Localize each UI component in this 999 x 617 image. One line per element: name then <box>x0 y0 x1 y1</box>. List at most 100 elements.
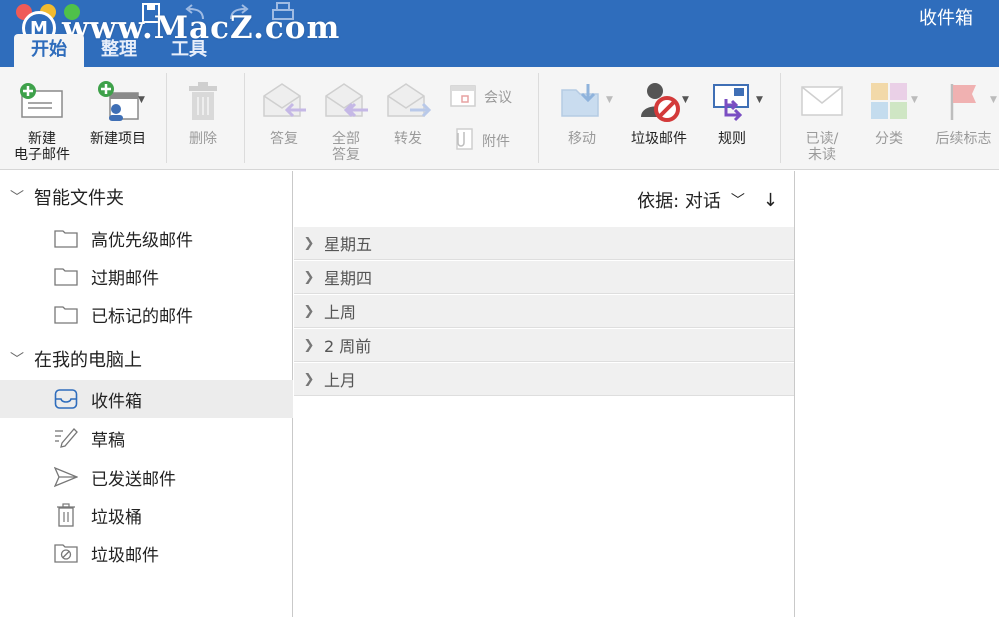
categorize-label: 分类 <box>875 131 903 147</box>
message-list: 依据: 对话 ﹀ ↓ ❯ 星期五 ❯ 星期四 ❯ 上周 ❯ 2 周前 ❯ 上月 <box>294 171 795 617</box>
folder-label: 高优先级邮件 <box>91 230 193 251</box>
new-item-dropdown-icon[interactable]: ▼ <box>138 95 145 105</box>
ribbon-separator <box>780 73 781 163</box>
rules-button[interactable]: 规则 <box>700 67 764 147</box>
new-item-label: 新建项目 <box>90 131 146 147</box>
group-label: 星期五 <box>324 235 373 254</box>
reply-icon <box>260 75 308 127</box>
reply-all-label: 全部 答复 <box>332 131 360 163</box>
group-label: 上月 <box>324 371 357 390</box>
trash-icon <box>185 75 221 127</box>
reading-pane <box>796 171 999 617</box>
attachment-label: 附件 <box>482 134 510 150</box>
folder-label: 已发送邮件 <box>91 469 176 490</box>
group-header[interactable]: ❯ 2 周前 <box>294 329 794 362</box>
title-bar: M www.MacZ.com 收件箱 开始 整理 工具 <box>0 0 999 67</box>
chevron-down-icon[interactable]: ﹀ <box>0 187 34 207</box>
chevron-right-icon[interactable]: ❯ <box>294 236 324 251</box>
pencil-icon <box>54 426 78 450</box>
folder-sent[interactable]: 已发送邮件 <box>0 458 293 496</box>
folder-high-priority[interactable]: 高优先级邮件 <box>0 219 293 257</box>
move-label: 移动 <box>568 131 596 147</box>
smart-folders-label: 智能文件夹 <box>34 188 124 209</box>
forward-label: 转发 <box>394 131 422 147</box>
junk-button[interactable]: 垃圾邮件 <box>624 67 694 147</box>
on-my-computer-label: 在我的电脑上 <box>34 350 142 371</box>
read-unread-label: 已读/ 未读 <box>805 131 839 163</box>
sort-label: 依据: 对话 <box>637 191 721 212</box>
junk-block-icon <box>635 75 683 127</box>
new-email-label: 新建 电子邮件 <box>14 131 70 163</box>
folder-icon <box>54 302 78 326</box>
inbox-icon <box>54 387 78 411</box>
chevron-down-icon[interactable]: ﹀ <box>731 190 745 210</box>
categorize-icon <box>869 75 909 127</box>
categorize-button[interactable]: 分类 <box>858 67 920 147</box>
group-header[interactable]: ❯ 上月 <box>294 363 794 396</box>
attachment-icon <box>452 127 474 155</box>
attachment-button[interactable]: 附件 <box>452 127 510 155</box>
folder-icon <box>54 226 78 250</box>
chevron-right-icon[interactable]: ❯ <box>294 304 324 319</box>
rules-label: 规则 <box>718 131 746 147</box>
folder-drafts[interactable]: 草稿 <box>0 419 293 457</box>
delete-button[interactable]: 删除 <box>172 67 234 147</box>
reply-all-button[interactable]: 全部 答复 <box>316 67 376 163</box>
reply-label: 答复 <box>270 131 298 147</box>
ribbon-toolbar: 新建 电子邮件 新建项目 ▼ 删除 答复 全部 答复 转发 会议 附件 移动 ▼… <box>0 67 999 170</box>
ribbon-separator <box>166 73 167 163</box>
junk-dropdown-icon[interactable]: ▼ <box>682 95 689 105</box>
move-dropdown-icon[interactable]: ▼ <box>606 95 613 105</box>
on-my-computer-section[interactable]: ﹀ 在我的电脑上 <box>0 340 293 378</box>
ribbon-separator <box>538 73 539 163</box>
group-label: 上周 <box>324 303 357 322</box>
follow-up-button[interactable]: 后续标志 <box>928 67 999 147</box>
ribbon-tabs: 开始 整理 工具 <box>14 34 224 67</box>
meeting-label: 会议 <box>484 90 512 106</box>
ribbon-separator <box>244 73 245 163</box>
folder-icon <box>54 264 78 288</box>
calendar-icon <box>450 83 476 111</box>
envelope-icon <box>800 75 844 127</box>
follow-up-dropdown-icon[interactable]: ▼ <box>990 95 997 105</box>
group-header[interactable]: ❯ 上周 <box>294 295 794 328</box>
reply-button[interactable]: 答复 <box>254 67 314 147</box>
folder-label: 垃圾邮件 <box>91 545 159 566</box>
folder-overdue[interactable]: 过期邮件 <box>0 257 293 295</box>
smart-folders-section[interactable]: ﹀ 智能文件夹 <box>0 178 293 216</box>
new-email-button[interactable]: 新建 电子邮件 <box>8 67 76 163</box>
window-title: 收件箱 <box>919 8 973 29</box>
forward-icon <box>384 75 432 127</box>
sort-direction-icon[interactable]: ↓ <box>763 190 778 211</box>
group-header[interactable]: ❯ 星期四 <box>294 261 794 294</box>
folder-junk[interactable]: 垃圾邮件 <box>0 534 293 572</box>
new-item-button[interactable]: 新建项目 <box>80 67 156 147</box>
forward-button[interactable]: 转发 <box>378 67 438 147</box>
junk-folder-icon <box>54 541 78 565</box>
rules-icon <box>708 75 756 127</box>
group-label: 2 周前 <box>324 337 372 356</box>
folder-label: 草稿 <box>91 430 125 451</box>
delete-label: 删除 <box>189 131 217 147</box>
folder-inbox[interactable]: 收件箱 <box>0 380 293 418</box>
folder-flagged[interactable]: 已标记的邮件 <box>0 295 293 333</box>
tab-tools[interactable]: 工具 <box>154 34 224 67</box>
tab-organize[interactable]: 整理 <box>84 34 154 67</box>
chevron-down-icon[interactable]: ﹀ <box>0 349 34 369</box>
tab-home[interactable]: 开始 <box>14 34 84 67</box>
move-button[interactable]: 移动 <box>548 67 616 147</box>
folder-trash[interactable]: 垃圾桶 <box>0 496 293 534</box>
group-header[interactable]: ❯ 星期五 <box>294 227 794 260</box>
chevron-right-icon[interactable]: ❯ <box>294 270 324 285</box>
meeting-button[interactable]: 会议 <box>450 83 512 111</box>
folder-label: 收件箱 <box>91 391 142 412</box>
rules-dropdown-icon[interactable]: ▼ <box>756 95 763 105</box>
categorize-dropdown-icon[interactable]: ▼ <box>911 95 918 105</box>
folder-label: 过期邮件 <box>91 268 159 289</box>
chevron-right-icon[interactable]: ❯ <box>294 338 324 353</box>
read-unread-button[interactable]: 已读/ 未读 <box>792 67 852 163</box>
group-label: 星期四 <box>324 269 373 288</box>
sort-control[interactable]: 依据: 对话 ﹀ ↓ <box>637 187 778 213</box>
move-icon <box>558 75 606 127</box>
chevron-right-icon[interactable]: ❯ <box>294 372 324 387</box>
